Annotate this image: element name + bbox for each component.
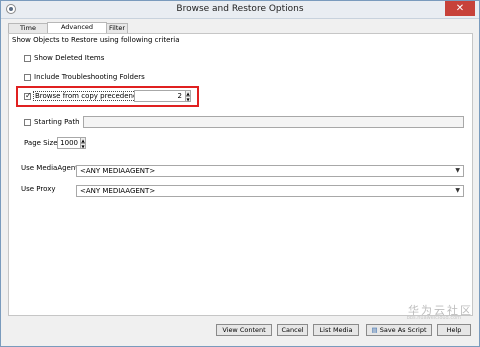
chevron-down-icon: ▼ [455, 187, 460, 194]
proxy-select[interactable]: <ANY MEDIAAGENT> ▼ [76, 185, 464, 197]
list-media-button[interactable]: List Media [313, 324, 359, 336]
starting-path-checkbox[interactable] [24, 119, 31, 126]
browse-copy-label: Browse from copy precedence: [33, 91, 146, 101]
script-icon: ▤ [371, 326, 378, 334]
include-troubleshooting-checkbox[interactable] [24, 74, 31, 81]
use-media-agent-label: Use MediaAgent [21, 164, 79, 172]
page-size-label: Page Size: [24, 139, 60, 147]
chevron-down-icon: ▼ [455, 167, 460, 174]
page-size-input[interactable]: 1000 [57, 137, 81, 149]
tab-time-range[interactable]: Time Range [8, 23, 48, 41]
browse-restore-dialog: Browse and Restore Options ✕ Time Range … [0, 0, 480, 347]
save-as-script-button[interactable]: ▤ Save As Script [366, 324, 432, 336]
media-agent-value: <ANY MEDIAAGENT> [80, 167, 156, 175]
view-content-button[interactable]: View Content [216, 324, 272, 336]
show-deleted-checkbox[interactable] [24, 55, 31, 62]
window-title: Browse and Restore Options [176, 4, 304, 14]
media-agent-select[interactable]: <ANY MEDIAAGENT> ▼ [76, 165, 464, 177]
tab-advanced-options[interactable]: Advanced Options [47, 22, 107, 40]
proxy-value: <ANY MEDIAAGENT> [80, 187, 156, 195]
tab-filter[interactable]: Filter [106, 23, 128, 33]
help-button[interactable]: Help [437, 324, 471, 336]
close-button[interactable]: ✕ [445, 1, 475, 16]
spin-down-button[interactable]: ▼ [185, 96, 191, 102]
page-size-value: 1000 [60, 139, 78, 147]
starting-path-label: Starting Path [34, 118, 80, 126]
cancel-button[interactable]: Cancel [277, 324, 308, 336]
title-bar: Browse and Restore Options ✕ [1, 1, 479, 19]
copy-precedence-input[interactable]: 2 [134, 90, 186, 102]
criteria-heading: Show Objects to Restore using following … [12, 36, 180, 44]
page-size-down-button[interactable]: ▼ [80, 143, 86, 149]
copy-precedence-value: 2 [177, 92, 182, 100]
watermark-url: bbs.huaweicloud.com [406, 315, 461, 321]
use-proxy-label: Use Proxy [21, 185, 56, 193]
show-deleted-label: Show Deleted Items [34, 54, 105, 62]
save-as-script-label: Save As Script [379, 326, 427, 334]
browse-copy-checkbox[interactable] [24, 91, 32, 100]
advanced-options-panel: Show Objects to Restore using following … [8, 33, 473, 316]
starting-path-input[interactable] [83, 116, 464, 128]
include-troubleshooting-label: Include Troubleshooting Folders [34, 73, 145, 81]
